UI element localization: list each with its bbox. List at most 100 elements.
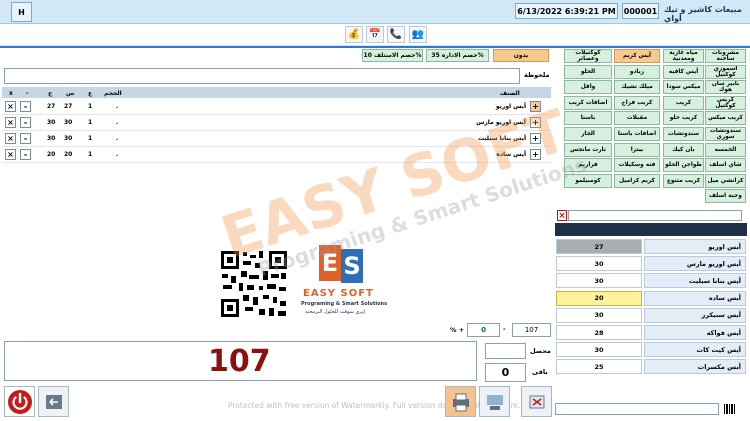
logo-tagline: Programing & Smart Solutions — [301, 301, 388, 307]
row-qty: 1 — [88, 135, 93, 142]
row-price: 30 — [64, 135, 73, 142]
order-grid-header — [2, 87, 551, 98]
category-button[interactable]: اضافات باستا — [614, 127, 660, 141]
category-button[interactable]: كريب فراخ — [614, 95, 660, 110]
minus-quantity-button[interactable]: - — [20, 101, 31, 112]
category-button[interactable]: وجبة اسلف — [705, 189, 746, 204]
print-button[interactable] — [445, 386, 476, 417]
category-button[interactable]: بيتزا — [614, 142, 660, 157]
category-button[interactable]: بان كيك — [663, 142, 704, 157]
category-button[interactable]: أسموزي كوكتيل — [705, 64, 746, 79]
category-button[interactable]: كوكتيلات وعصائر — [564, 49, 612, 63]
logo-name: EASY SOFT — [303, 288, 374, 299]
product-name[interactable]: أيس كيت كات — [644, 342, 746, 358]
category-button[interactable]: أيس كافيه — [663, 64, 704, 79]
discount-none-button[interactable]: بدون — [493, 49, 549, 62]
delete-row-button[interactable]: × — [5, 133, 16, 144]
product-name[interactable]: أيس اوريو — [644, 239, 746, 254]
category-button[interactable]: مقبلات — [614, 111, 660, 126]
product-price[interactable]: 27 — [556, 239, 642, 254]
category-button[interactable]: أيس كريم — [614, 49, 660, 63]
category-button[interactable]: ميلك تشيك — [614, 80, 660, 95]
delete-row-button[interactable]: × — [5, 101, 16, 112]
category-button[interactable]: مياه غازية ومعدنية — [663, 49, 704, 63]
discount-staff-button[interactable]: خصم الاستلف 10% — [362, 49, 423, 62]
discount-value-field[interactable]: 0 — [467, 323, 500, 337]
category-button[interactable]: الحلو — [564, 64, 612, 79]
divider — [0, 46, 750, 48]
title-bar: H مبيعات كاشير و تيك أواي 000001 6/13/20… — [0, 0, 750, 24]
category-button[interactable]: كريب ميكس — [705, 111, 746, 126]
paid-input[interactable] — [485, 343, 526, 359]
category-button[interactable]: اضافات كريب — [564, 95, 612, 110]
product-price[interactable]: 30 — [556, 307, 642, 323]
category-button[interactable]: شاي اسلف — [705, 158, 746, 173]
category-button[interactable]: واقل — [564, 80, 612, 95]
product-price[interactable]: 30 — [556, 256, 642, 272]
calendar-icon[interactable]: 📅 — [366, 26, 384, 43]
table-row[interactable] — [2, 99, 551, 115]
minus-quantity-button[interactable]: - — [20, 149, 31, 160]
product-search-input[interactable] — [568, 210, 742, 221]
row-size: . — [116, 135, 119, 142]
category-button[interactable]: كريس كوكتيل — [705, 95, 746, 110]
product-name[interactable]: أيس ساده — [644, 290, 746, 306]
category-button[interactable]: ميكس سودا — [663, 80, 704, 95]
category-button[interactable]: كريب — [663, 95, 704, 110]
watermarkly-notice: Protected with free version of Watermark… — [228, 401, 521, 410]
category-button[interactable]: طواجن الحلو — [663, 158, 704, 173]
minus-quantity-button[interactable]: - — [20, 117, 31, 128]
delete-row-button[interactable]: × — [5, 149, 16, 160]
h-button[interactable]: H — [11, 2, 32, 22]
staff-icon[interactable]: 👥 — [409, 26, 427, 43]
row-qty: 1 — [88, 103, 93, 110]
category-button[interactable]: زبادو — [614, 64, 660, 79]
col-minus: - — [26, 89, 29, 97]
product-name[interactable]: أيس مكسرات — [644, 359, 746, 375]
category-button[interactable]: فته وسكيلات — [614, 158, 660, 173]
col-size: الحجم — [104, 89, 122, 97]
delete-row-button[interactable]: × — [5, 117, 16, 128]
category-button[interactable]: مشروبات ساخنة — [705, 49, 746, 63]
big-total: 107 — [208, 344, 271, 379]
invoice-number: 000001 — [622, 3, 659, 19]
subtotal-field: 107 — [512, 323, 551, 337]
category-button[interactable]: باستا — [564, 111, 612, 126]
pos-button[interactable] — [479, 386, 510, 417]
category-button[interactable]: الجار — [564, 127, 612, 141]
product-name[interactable]: أيس سنيكرز — [644, 307, 746, 323]
product-name[interactable]: أيس اوريو مارس — [644, 256, 746, 272]
product-price[interactable]: 30 — [556, 273, 642, 289]
row-total: 30 — [47, 135, 56, 142]
category-button[interactable]: سندوتشات سوري — [705, 127, 746, 141]
product-name[interactable]: أيس فواكه — [644, 325, 746, 340]
power-button[interactable] — [4, 386, 35, 417]
minus-quantity-button[interactable]: - — [20, 133, 31, 144]
category-button[interactable]: بابير سان هوك — [705, 80, 746, 95]
remain-field: 0 — [485, 363, 526, 382]
exit-button[interactable] — [38, 386, 69, 417]
col-price: س — [66, 89, 75, 97]
product-price[interactable]: 30 — [556, 342, 642, 358]
product-price[interactable]: 20 — [556, 290, 642, 306]
category-button[interactable]: كريم كراميل — [614, 173, 660, 188]
category-button[interactable]: سندوتشات — [663, 127, 704, 141]
discount-admin-button[interactable]: خصم الاداره 35% — [426, 49, 489, 62]
product-name[interactable]: أيس بنانا سبليت — [644, 273, 746, 289]
barcode-input[interactable] — [555, 403, 719, 415]
delivery-icon[interactable]: 📞 — [387, 26, 405, 43]
remain-label: باقى — [532, 368, 548, 376]
col-total: ج — [48, 89, 53, 97]
row-qty: 1 — [88, 119, 93, 126]
product-price[interactable]: 25 — [556, 359, 642, 375]
category-button[interactable]: كريب مثنوع — [663, 173, 704, 188]
category-button[interactable]: الخمسه — [705, 142, 746, 157]
category-button[interactable]: كريب حلو — [663, 111, 704, 126]
notes-input[interactable] — [4, 68, 520, 84]
money-bag-icon[interactable]: 💰 — [345, 26, 363, 43]
category-button[interactable]: كراتشي ميل — [705, 173, 746, 188]
clear-search-icon[interactable]: × — [557, 210, 567, 221]
col-item: الصنف — [500, 89, 520, 97]
product-price[interactable]: 28 — [556, 325, 642, 340]
cancel-order-button[interactable] — [521, 386, 552, 417]
